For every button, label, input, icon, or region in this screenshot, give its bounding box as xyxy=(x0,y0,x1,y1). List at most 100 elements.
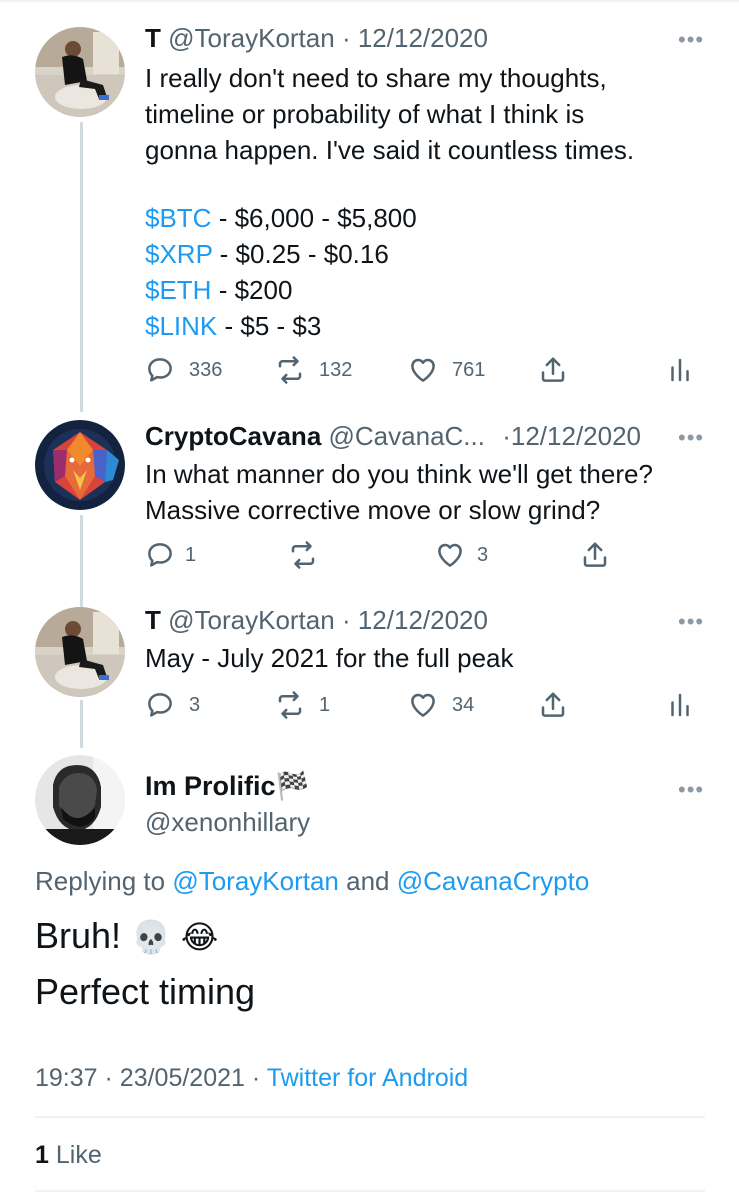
more-options-icon[interactable]: ••• xyxy=(678,779,704,801)
main-text-line1: Bruh! xyxy=(35,915,122,956)
reply-count: 1 xyxy=(185,543,197,566)
price-predictions: $BTC - $6,000 - $5,800 $XRP - $0.25 - $0… xyxy=(145,200,417,344)
like-count: 761 xyxy=(452,358,486,381)
cashtag-link[interactable]: $LINK xyxy=(145,311,217,341)
cashtag-link[interactable]: $XRP xyxy=(145,239,212,269)
analytics-icon xyxy=(671,358,689,382)
tweet-date[interactable]: 23/05/2021 xyxy=(120,1064,245,1092)
skull-emoji-icon: 💀 xyxy=(131,919,171,955)
avatar[interactable] xyxy=(35,27,125,117)
top-border xyxy=(0,0,739,2)
analytics-button[interactable] xyxy=(665,355,695,385)
analytics-button[interactable] xyxy=(665,690,695,720)
like-count: 34 xyxy=(452,693,475,716)
reply-button[interactable]: 336 xyxy=(145,355,222,385)
author-name-text: Im Prolific xyxy=(145,771,276,801)
avatar[interactable] xyxy=(35,607,125,697)
author-name[interactable]: Im Prolific🏁 xyxy=(145,769,309,803)
tweet-text: I really don't need to share my thoughts… xyxy=(145,60,634,168)
author-handle[interactable]: @CavanaC... xyxy=(329,421,485,451)
prediction-btc: $BTC - $6,000 - $5,800 xyxy=(145,200,417,236)
cashtag-link[interactable]: $ETH xyxy=(145,275,211,305)
retweet-button[interactable]: 1 xyxy=(275,690,330,720)
text-line: I really don't need to share my thoughts… xyxy=(145,63,607,93)
text-line: In what manner do you think we'll get th… xyxy=(145,459,653,489)
author-name[interactable]: T xyxy=(145,605,161,635)
tweet-text: In what manner do you think we'll get th… xyxy=(145,456,653,528)
share-button[interactable] xyxy=(580,540,610,570)
replying-to: Replying to @TorayKortan and @CavanaCryp… xyxy=(35,864,589,898)
author-handle[interactable]: @TorayKortan xyxy=(168,23,335,53)
like-button[interactable]: 3 xyxy=(435,540,488,570)
like-button[interactable]: 761 xyxy=(408,355,485,385)
share-button[interactable] xyxy=(538,355,568,385)
laughing-emoji-icon: 😂 xyxy=(180,919,219,955)
thread-line xyxy=(80,122,83,412)
main-text-line2: Perfect timing xyxy=(35,971,256,1012)
retweet-icon xyxy=(291,541,315,569)
prediction-link: $LINK - $5 - $3 xyxy=(145,308,417,344)
reply-icon xyxy=(148,543,172,567)
prediction-xrp: $XRP - $0.25 - $0.16 xyxy=(145,236,417,272)
reply-button[interactable]: 3 xyxy=(145,690,200,720)
like-button[interactable]: 34 xyxy=(408,690,474,720)
more-options-icon[interactable]: ••• xyxy=(678,427,704,449)
reply-icon xyxy=(148,693,172,717)
reply-count: 336 xyxy=(189,358,223,381)
share-icon xyxy=(541,692,565,717)
tweet-date[interactable]: 12/12/2020 xyxy=(511,421,641,451)
tweet-date[interactable]: 12/12/2020 xyxy=(358,605,488,635)
reply-button[interactable]: 1 xyxy=(145,540,196,570)
retweet-icon xyxy=(278,691,302,719)
tweet-time[interactable]: 19:37 xyxy=(35,1064,98,1092)
text-line: May - July 2021 for the full peak xyxy=(145,643,514,673)
text-line: timeline or probability of what I think … xyxy=(145,99,585,129)
like-label: Like xyxy=(55,1141,102,1169)
avatar[interactable] xyxy=(35,420,125,510)
retweet-button[interactable]: 132 xyxy=(275,355,352,385)
likes-summary[interactable]: 1 Like xyxy=(35,1138,102,1172)
meta-separator: · xyxy=(251,1064,261,1092)
retweet-button[interactable] xyxy=(288,540,318,570)
retweet-count: 1 xyxy=(319,693,331,716)
heart-icon xyxy=(438,543,462,567)
analytics-icon xyxy=(671,693,689,717)
like-count: 3 xyxy=(477,543,489,566)
thread-line xyxy=(80,700,83,748)
retweet-count: 132 xyxy=(319,358,353,381)
meta-separator: · xyxy=(341,605,351,635)
main-tweet-line: Bruh! 💀 😂 xyxy=(35,914,218,959)
tweet-header: T @TorayKortan · 12/12/2020 xyxy=(145,604,488,636)
tweet-timestamp: 19:37 · 23/05/2021 · Twitter for Android xyxy=(35,1062,468,1094)
share-icon xyxy=(583,542,607,567)
more-options-icon[interactable]: ••• xyxy=(678,611,704,633)
thread-line xyxy=(80,515,83,607)
mention-link[interactable]: @TorayKortan xyxy=(172,866,339,896)
cashtag-link[interactable]: $BTC xyxy=(145,203,211,233)
author-name[interactable]: CryptoCavana xyxy=(145,421,321,451)
more-options-icon[interactable]: ••• xyxy=(678,29,704,51)
author-handle[interactable]: @xenonhillary xyxy=(145,806,310,838)
share-button[interactable] xyxy=(538,690,568,720)
mention-link[interactable]: @CavanaCrypto xyxy=(397,866,590,896)
tweet-date[interactable]: 12/12/2020 xyxy=(358,23,488,53)
checkered-flag-icon: 🏁 xyxy=(275,771,310,801)
client-link[interactable]: Twitter for Android xyxy=(267,1064,468,1092)
prediction-text: - $0.25 - $0.16 xyxy=(212,239,389,269)
prediction-text: - $6,000 - $5,800 xyxy=(211,203,417,233)
text-line: Massive corrective move or slow grind? xyxy=(145,495,601,525)
meta-separator: · xyxy=(502,421,511,451)
prediction-eth: $ETH - $200 xyxy=(145,272,417,308)
prediction-text: - $200 xyxy=(211,275,293,305)
retweet-icon xyxy=(278,356,302,384)
tweet-text: May - July 2021 for the full peak xyxy=(145,640,514,676)
author-name[interactable]: T xyxy=(145,23,161,53)
author-handle[interactable]: @TorayKortan xyxy=(168,605,335,635)
meta-separator: · xyxy=(104,1064,113,1092)
avatar[interactable] xyxy=(35,755,125,845)
prediction-text: - $5 - $3 xyxy=(217,311,322,341)
like-total: 1 xyxy=(35,1141,49,1169)
replying-prefix: Replying to xyxy=(35,866,173,896)
reply-icon xyxy=(148,358,172,382)
meta-separator: · xyxy=(341,23,351,53)
